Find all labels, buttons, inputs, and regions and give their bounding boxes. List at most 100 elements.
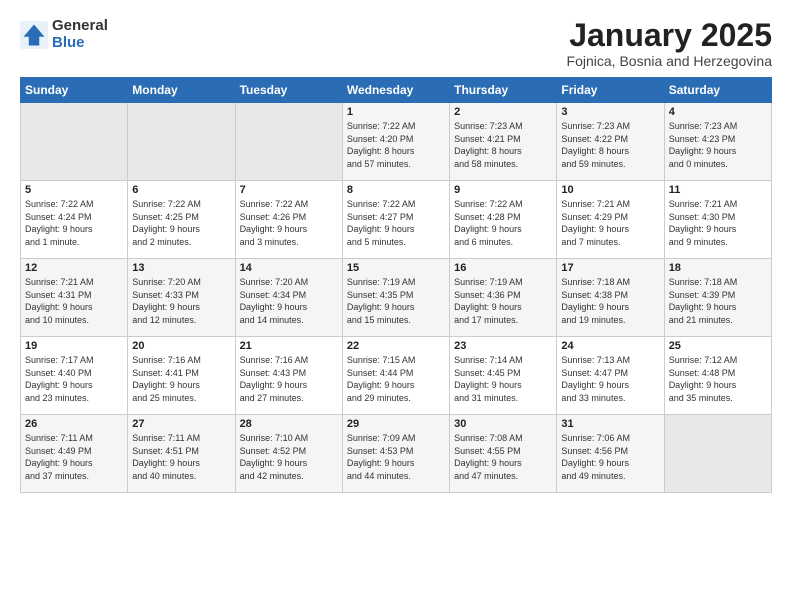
day-number: 30	[454, 418, 552, 430]
calendar-cell: 19 Sunrise: 7:17 AMSunset: 4:40 PMDayligh…	[21, 337, 128, 415]
day-number: 17	[561, 262, 659, 274]
cell-info: Sunrise: 7:23 AMSunset: 4:21 PMDaylight:…	[454, 120, 552, 170]
calendar-cell: 9 Sunrise: 7:22 AMSunset: 4:28 PMDaylight…	[450, 181, 557, 259]
week-row-3: 12Sunrise: 7:21 AMSunset: 4:31 PMDayligh…	[21, 259, 772, 337]
cell-info: Sunrise: 7:18 AMSunset: 4:38 PMDaylight:…	[561, 276, 659, 326]
day-number: 15	[347, 262, 445, 274]
cell-info: Sunrise: 7:22 AMSunset: 4:28 PMDaylight:…	[454, 198, 552, 248]
header-day-thursday: Thursday	[450, 78, 557, 103]
cell-info: Sunrise: 7:17 AMSunset: 4:40 PMDaylight:…	[25, 354, 123, 404]
title-block: January 2025 Fojnica, Bosnia and Herzego…	[567, 18, 772, 69]
day-number: 29	[347, 418, 445, 430]
calendar-cell: 18 Sunrise: 7:18 AMSunset: 4:39 PMDayligh…	[664, 259, 771, 337]
day-number: 3	[561, 106, 659, 118]
cell-info: Sunrise: 7:21 AMSunset: 4:30 PMDaylight:…	[669, 198, 767, 248]
cell-info: Sunrise: 7:11 AMSunset: 4:51 PMDaylight:…	[132, 432, 230, 482]
day-number: 10	[561, 184, 659, 196]
cell-info: Sunrise: 7:13 AMSunset: 4:47 PMDaylight:…	[561, 354, 659, 404]
cell-info: Sunrise: 7:14 AMSunset: 4:45 PMDaylight:…	[454, 354, 552, 404]
calendar-cell	[235, 103, 342, 181]
calendar-cell: 24Sunrise: 7:13 AMSunset: 4:47 PMDayligh…	[557, 337, 664, 415]
calendar-cell: 29Sunrise: 7:09 AMSunset: 4:53 PMDayligh…	[342, 415, 449, 493]
day-number: 25	[669, 340, 767, 352]
calendar-cell: 30 Sunrise: 7:08 AMSunset: 4:55 PMDayligh…	[450, 415, 557, 493]
calendar-cell: 26Sunrise: 7:11 AMSunset: 4:49 PMDayligh…	[21, 415, 128, 493]
cell-info: Sunrise: 7:22 AMSunset: 4:25 PMDaylight:…	[132, 198, 230, 248]
calendar-header: SundayMondayTuesdayWednesdayThursdayFrid…	[21, 78, 772, 103]
week-row-1: 1Sunrise: 7:22 AMSunset: 4:20 PMDaylight…	[21, 103, 772, 181]
cell-info: Sunrise: 7:16 AMSunset: 4:41 PMDaylight:…	[132, 354, 230, 404]
header-day-sunday: Sunday	[21, 78, 128, 103]
cell-info: Sunrise: 7:19 AMSunset: 4:36 PMDaylight:…	[454, 276, 552, 326]
calendar-cell: 15 Sunrise: 7:19 AMSunset: 4:35 PMDayligh…	[342, 259, 449, 337]
calendar-body: 1Sunrise: 7:22 AMSunset: 4:20 PMDaylight…	[21, 103, 772, 493]
calendar-cell: 8 Sunrise: 7:22 AMSunset: 4:27 PMDaylight…	[342, 181, 449, 259]
calendar-cell: 25Sunrise: 7:12 AMSunset: 4:48 PMDayligh…	[664, 337, 771, 415]
day-number: 21	[240, 340, 338, 352]
header-day-saturday: Saturday	[664, 78, 771, 103]
cell-info: Sunrise: 7:23 AMSunset: 4:22 PMDaylight:…	[561, 120, 659, 170]
location: Fojnica, Bosnia and Herzegovina	[567, 53, 772, 69]
calendar-cell: 11 Sunrise: 7:21 AMSunset: 4:30 PMDayligh…	[664, 181, 771, 259]
day-number: 19	[25, 340, 123, 352]
month-year: January 2025	[567, 18, 772, 53]
calendar-cell: 23Sunrise: 7:14 AMSunset: 4:45 PMDayligh…	[450, 337, 557, 415]
cell-info: Sunrise: 7:20 AMSunset: 4:34 PMDaylight:…	[240, 276, 338, 326]
cell-info: Sunrise: 7:19 AMSunset: 4:35 PMDaylight:…	[347, 276, 445, 326]
cell-info: Sunrise: 7:06 AMSunset: 4:56 PMDaylight:…	[561, 432, 659, 482]
logo-blue-text: Blue	[52, 35, 108, 52]
logo-icon	[20, 21, 48, 49]
calendar-cell: 13Sunrise: 7:20 AMSunset: 4:33 PMDayligh…	[128, 259, 235, 337]
calendar-cell: 6 Sunrise: 7:22 AMSunset: 4:25 PMDaylight…	[128, 181, 235, 259]
cell-info: Sunrise: 7:21 AMSunset: 4:29 PMDaylight:…	[561, 198, 659, 248]
page: General Blue January 2025 Fojnica, Bosni…	[0, 0, 792, 503]
week-row-2: 5 Sunrise: 7:22 AMSunset: 4:24 PMDaylight…	[21, 181, 772, 259]
day-number: 13	[132, 262, 230, 274]
day-number: 22	[347, 340, 445, 352]
calendar-table: SundayMondayTuesdayWednesdayThursdayFrid…	[20, 77, 772, 493]
cell-info: Sunrise: 7:22 AMSunset: 4:24 PMDaylight:…	[25, 198, 123, 248]
header: General Blue January 2025 Fojnica, Bosni…	[20, 18, 772, 69]
cell-info: Sunrise: 7:08 AMSunset: 4:55 PMDaylight:…	[454, 432, 552, 482]
calendar-cell: 10 Sunrise: 7:21 AMSunset: 4:29 PMDayligh…	[557, 181, 664, 259]
day-number: 6	[132, 184, 230, 196]
day-number: 5	[25, 184, 123, 196]
calendar-cell: 12Sunrise: 7:21 AMSunset: 4:31 PMDayligh…	[21, 259, 128, 337]
header-day-friday: Friday	[557, 78, 664, 103]
calendar-cell: 17 Sunrise: 7:18 AMSunset: 4:38 PMDayligh…	[557, 259, 664, 337]
cell-info: Sunrise: 7:22 AMSunset: 4:20 PMDaylight:…	[347, 120, 445, 170]
calendar-cell	[21, 103, 128, 181]
calendar-cell: 20 Sunrise: 7:16 AMSunset: 4:41 PMDayligh…	[128, 337, 235, 415]
day-number: 8	[347, 184, 445, 196]
calendar-cell: 5 Sunrise: 7:22 AMSunset: 4:24 PMDaylight…	[21, 181, 128, 259]
day-number: 4	[669, 106, 767, 118]
header-day-wednesday: Wednesday	[342, 78, 449, 103]
cell-info: Sunrise: 7:18 AMSunset: 4:39 PMDaylight:…	[669, 276, 767, 326]
header-day-tuesday: Tuesday	[235, 78, 342, 103]
cell-info: Sunrise: 7:23 AMSunset: 4:23 PMDaylight:…	[669, 120, 767, 170]
cell-info: Sunrise: 7:10 AMSunset: 4:52 PMDaylight:…	[240, 432, 338, 482]
day-number: 16	[454, 262, 552, 274]
day-number: 11	[669, 184, 767, 196]
calendar-cell: 14Sunrise: 7:20 AMSunset: 4:34 PMDayligh…	[235, 259, 342, 337]
day-number: 12	[25, 262, 123, 274]
calendar-cell: 16 Sunrise: 7:19 AMSunset: 4:36 PMDayligh…	[450, 259, 557, 337]
header-day-monday: Monday	[128, 78, 235, 103]
day-number: 9	[454, 184, 552, 196]
day-number: 26	[25, 418, 123, 430]
week-row-5: 26Sunrise: 7:11 AMSunset: 4:49 PMDayligh…	[21, 415, 772, 493]
calendar-cell: 28Sunrise: 7:10 AMSunset: 4:52 PMDayligh…	[235, 415, 342, 493]
day-number: 20	[132, 340, 230, 352]
calendar-cell: 1Sunrise: 7:22 AMSunset: 4:20 PMDaylight…	[342, 103, 449, 181]
header-row: SundayMondayTuesdayWednesdayThursdayFrid…	[21, 78, 772, 103]
cell-info: Sunrise: 7:22 AMSunset: 4:27 PMDaylight:…	[347, 198, 445, 248]
calendar-cell: 7Sunrise: 7:22 AMSunset: 4:26 PMDaylight…	[235, 181, 342, 259]
day-number: 31	[561, 418, 659, 430]
logo: General Blue	[20, 18, 108, 51]
day-number: 27	[132, 418, 230, 430]
logo-general-text: General	[52, 18, 108, 35]
calendar-cell	[128, 103, 235, 181]
day-number: 18	[669, 262, 767, 274]
cell-info: Sunrise: 7:16 AMSunset: 4:43 PMDaylight:…	[240, 354, 338, 404]
calendar-cell: 2Sunrise: 7:23 AMSunset: 4:21 PMDaylight…	[450, 103, 557, 181]
